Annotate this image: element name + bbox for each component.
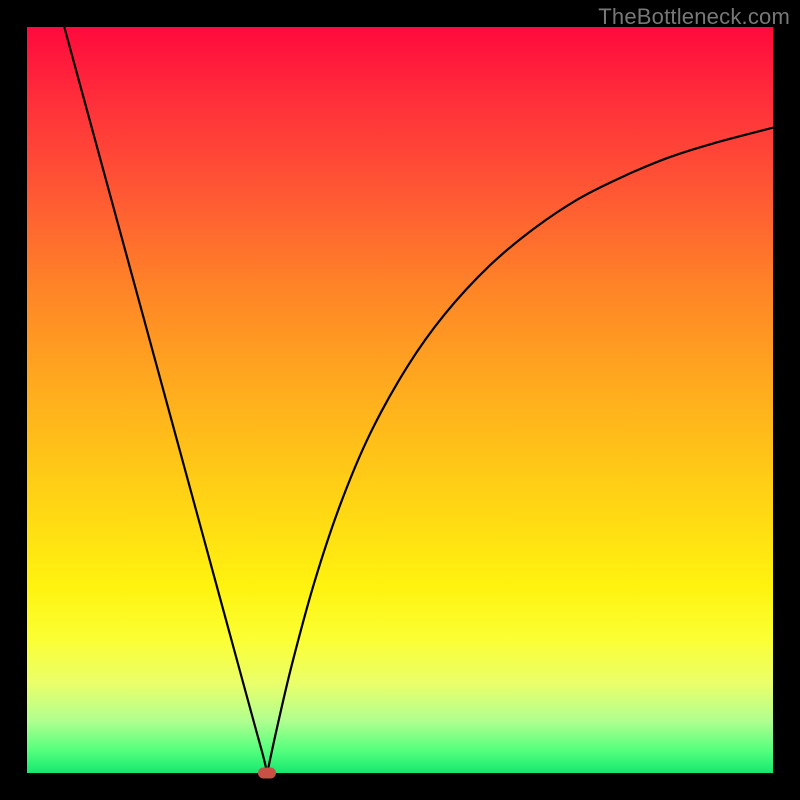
curve-left-branch <box>64 27 267 773</box>
minimum-marker <box>258 768 276 779</box>
chart-frame: TheBottleneck.com <box>0 0 800 800</box>
curve-right-branch <box>267 128 773 773</box>
curve-svg <box>27 27 773 773</box>
plot-area <box>27 27 773 773</box>
